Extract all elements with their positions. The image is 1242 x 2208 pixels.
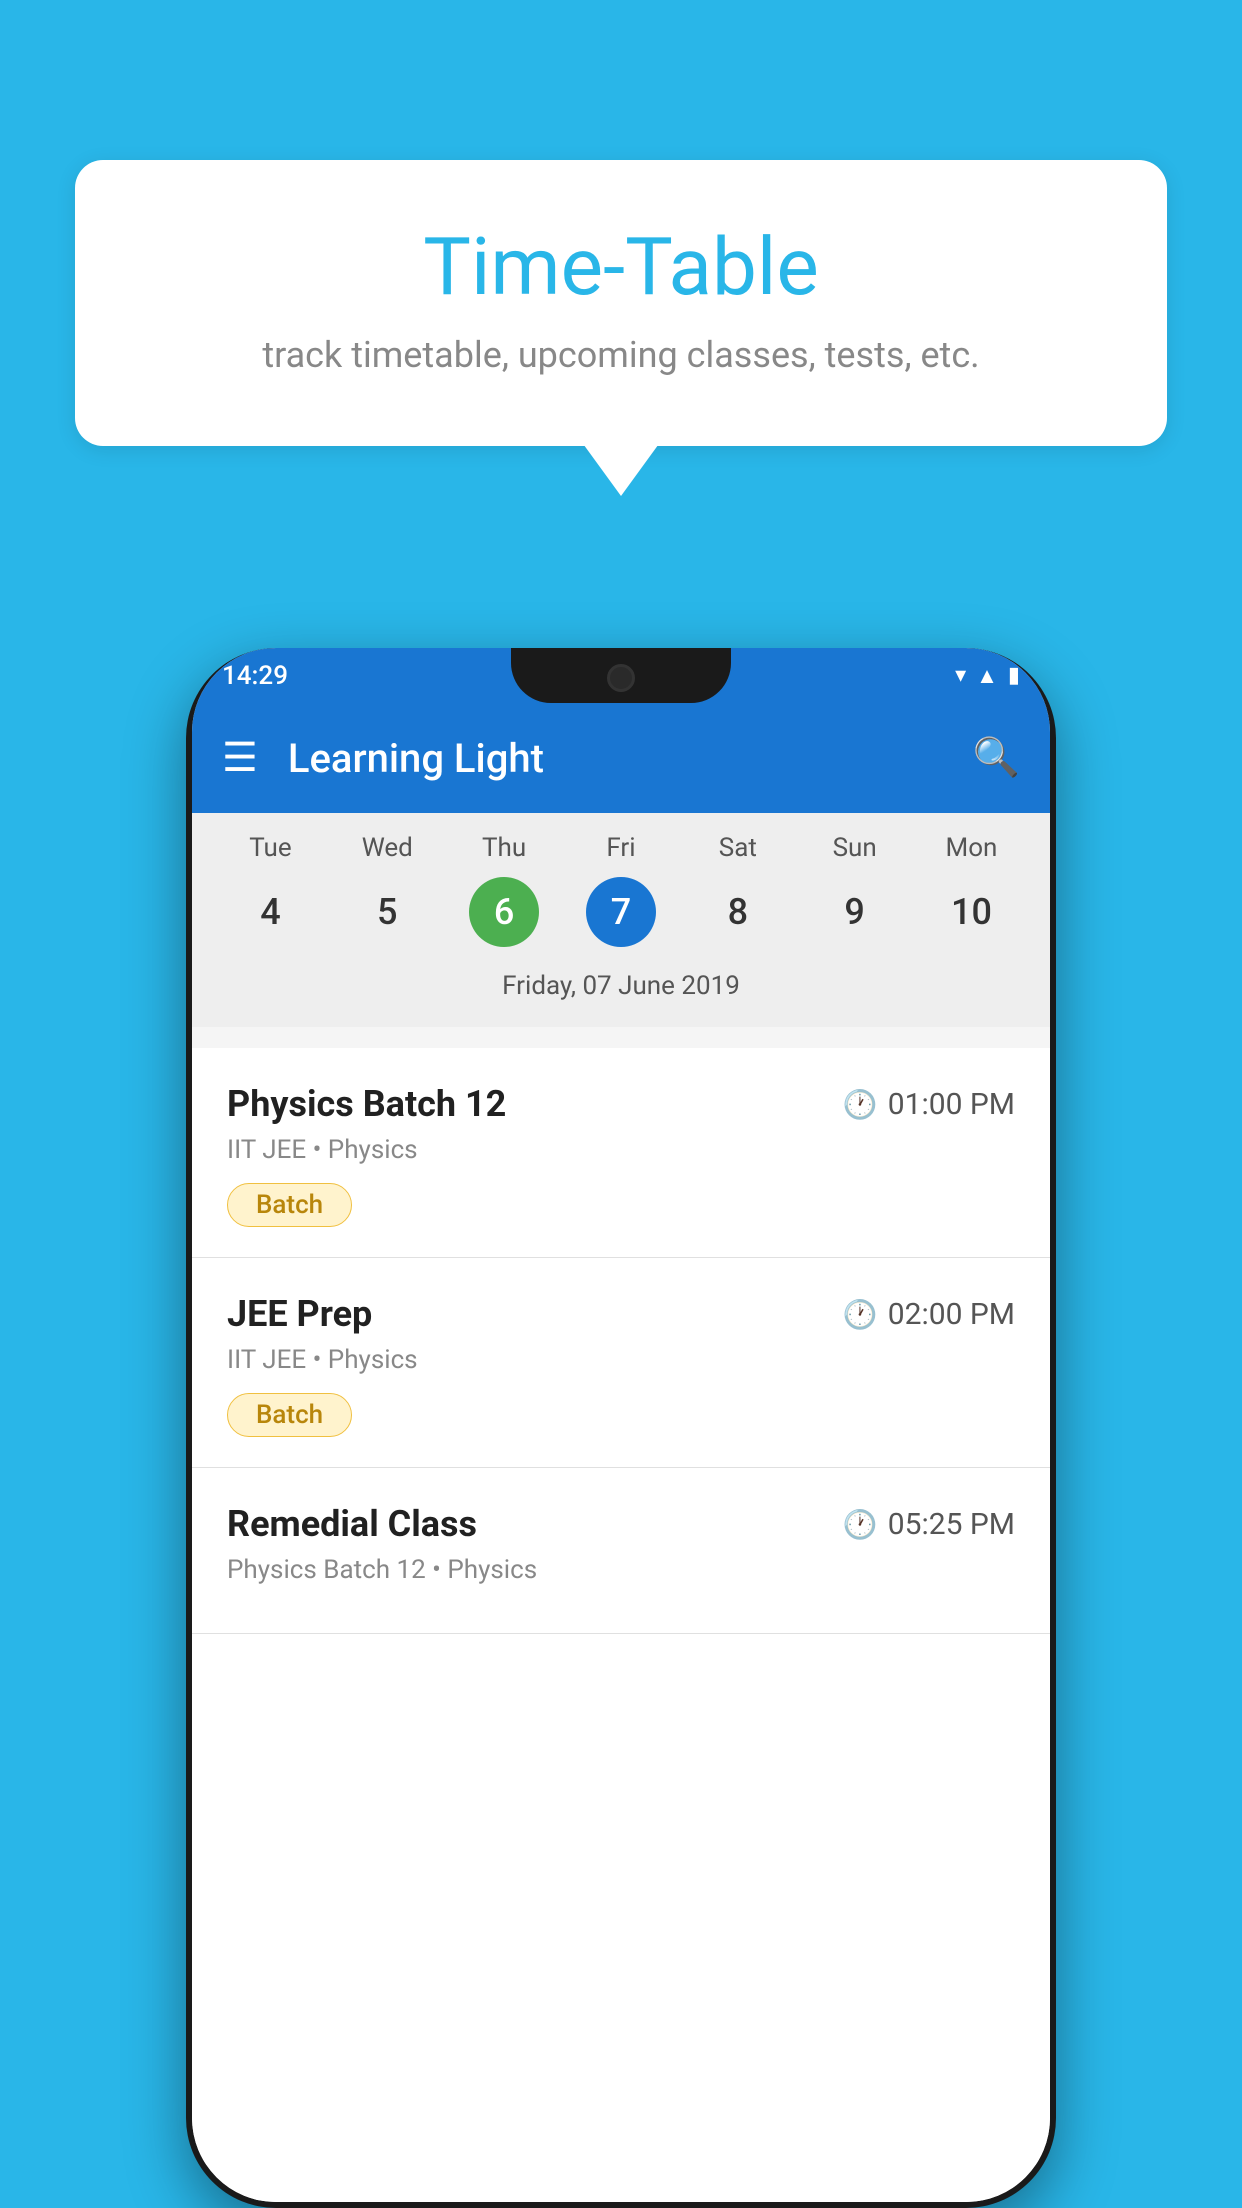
speech-bubble-container: Time-Table track timetable, upcoming cla… — [75, 160, 1167, 446]
phone-notch — [511, 648, 731, 703]
phone-camera — [607, 664, 635, 692]
status-time: 14:29 — [222, 661, 288, 691]
day-name: Thu — [482, 833, 526, 863]
batch-tag: Batch — [227, 1393, 352, 1437]
time-value: 05:25 PM — [888, 1507, 1015, 1542]
schedule-time: 🕐 02:00 PM — [843, 1297, 1015, 1332]
schedule-sub: Physics Batch 12 • Physics — [227, 1555, 1015, 1585]
day-number: 9 — [820, 877, 890, 947]
day-number: 5 — [352, 877, 422, 947]
app-bar: ☰ Learning Light 🔍 — [192, 703, 1050, 813]
schedule-sub: IIT JEE • Physics — [227, 1345, 1015, 1375]
schedule-item[interactable]: Remedial Class 🕐 05:25 PM Physics Batch … — [192, 1468, 1050, 1634]
day-name: Mon — [946, 833, 998, 863]
day-name: Fri — [606, 833, 635, 863]
schedule-name: Remedial Class — [227, 1503, 477, 1545]
batch-tag: Batch — [227, 1183, 352, 1227]
bubble-subtitle: track timetable, upcoming classes, tests… — [155, 334, 1087, 376]
bubble-title: Time-Table — [155, 220, 1087, 314]
day-item-8[interactable]: Sat 8 — [688, 833, 788, 947]
phone-outer: 14:29 ▾ ▲ ▮ ☰ Learning Light 🔍 Tue4Wed5T… — [186, 648, 1056, 2208]
schedule-name: Physics Batch 12 — [227, 1083, 506, 1125]
schedule-header: JEE Prep 🕐 02:00 PM — [227, 1293, 1015, 1335]
clock-icon: 🕐 — [843, 1298, 878, 1331]
schedule-list[interactable]: Physics Batch 12 🕐 01:00 PM IIT JEE • Ph… — [192, 1048, 1050, 2202]
app-title: Learning Light — [288, 735, 973, 782]
status-icons: ▾ ▲ ▮ — [955, 663, 1020, 689]
schedule-item[interactable]: JEE Prep 🕐 02:00 PM IIT JEE • Physics Ba… — [192, 1258, 1050, 1468]
clock-icon: 🕐 — [843, 1088, 878, 1121]
day-number: 6 — [469, 877, 539, 947]
schedule-name: JEE Prep — [227, 1293, 372, 1335]
day-item-10[interactable]: Mon 10 — [921, 833, 1021, 947]
day-name: Sun — [833, 833, 877, 863]
screen-content: 14:29 ▾ ▲ ▮ ☰ Learning Light 🔍 Tue4Wed5T… — [192, 648, 1050, 2202]
schedule-sub: IIT JEE • Physics — [227, 1135, 1015, 1165]
day-row: Tue 4 Wed 5 Thu 6 Fri 7 Sat 8 Sun 9 Mon 10 — [192, 833, 1050, 947]
calendar-section: Tue 4 Wed 5 Thu 6 Fri 7 Sat 8 Sun 9 Mon 10 Friday, 07… — [192, 813, 1050, 1027]
search-icon[interactable]: 🔍 — [973, 736, 1020, 780]
schedule-time: 🕐 01:00 PM — [843, 1087, 1015, 1122]
clock-icon: 🕐 — [843, 1508, 878, 1541]
day-item-9[interactable]: Sun 9 — [805, 833, 905, 947]
schedule-time: 🕐 05:25 PM — [843, 1507, 1015, 1542]
day-item-5[interactable]: Wed 5 — [337, 833, 437, 947]
day-item-6[interactable]: Thu 6 — [454, 833, 554, 947]
time-value: 02:00 PM — [888, 1297, 1015, 1332]
schedule-header: Remedial Class 🕐 05:25 PM — [227, 1503, 1015, 1545]
selected-date-label: Friday, 07 June 2019 — [192, 961, 1050, 1007]
day-name: Wed — [362, 833, 413, 863]
day-number: 7 — [586, 877, 656, 947]
schedule-header: Physics Batch 12 🕐 01:00 PM — [227, 1083, 1015, 1125]
phone-wrapper: 14:29 ▾ ▲ ▮ ☰ Learning Light 🔍 Tue4Wed5T… — [186, 648, 1056, 2208]
day-number: 10 — [936, 877, 1006, 947]
hamburger-icon[interactable]: ☰ — [222, 738, 258, 778]
schedule-item[interactable]: Physics Batch 12 🕐 01:00 PM IIT JEE • Ph… — [192, 1048, 1050, 1258]
battery-icon: ▮ — [1008, 663, 1020, 688]
wifi-icon: ▾ — [955, 663, 966, 688]
day-item-4[interactable]: Tue 4 — [220, 833, 320, 947]
time-value: 01:00 PM — [888, 1087, 1015, 1122]
day-number: 8 — [703, 877, 773, 947]
day-name: Tue — [249, 833, 291, 863]
day-name: Sat — [719, 833, 757, 863]
day-number: 4 — [235, 877, 305, 947]
day-item-7[interactable]: Fri 7 — [571, 833, 671, 947]
signal-icon: ▲ — [976, 663, 998, 689]
speech-bubble: Time-Table track timetable, upcoming cla… — [75, 160, 1167, 446]
